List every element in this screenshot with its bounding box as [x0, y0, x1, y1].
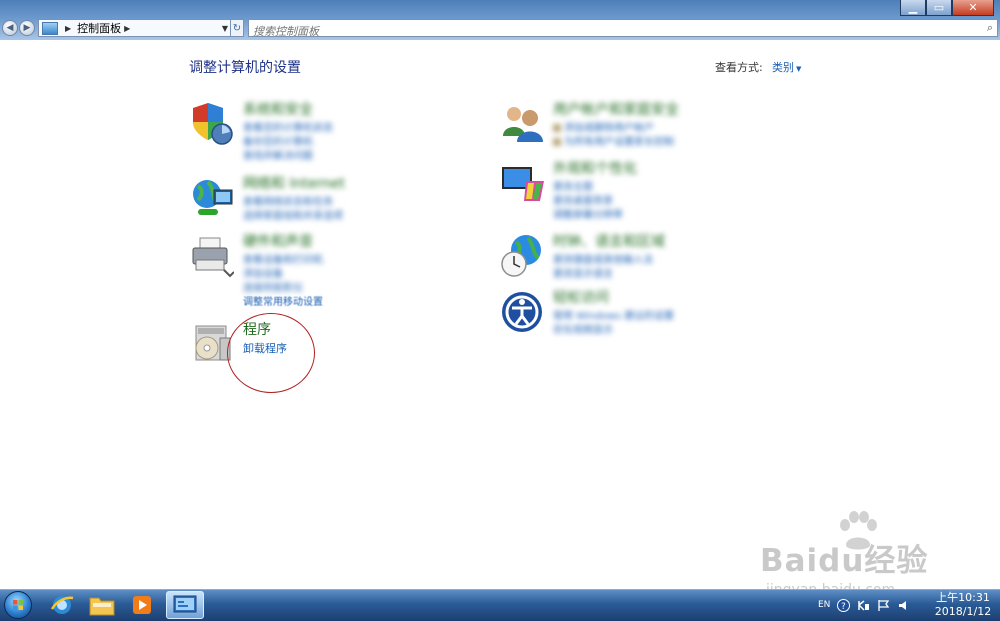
category-link[interactable]: 查找并解决问题	[243, 150, 333, 164]
breadcrumb-chevron-icon[interactable]: ▶	[124, 24, 130, 33]
category-link[interactable]: 调整常用移动设置	[243, 296, 323, 310]
category-link[interactable]: 查看您的计算机状态	[243, 122, 333, 136]
search-icon[interactable]: ⌕	[987, 21, 993, 35]
category-text: 硬件和声音 查看设备和打印机 添加设备 连接到投影仪 调整常用移动设置	[243, 234, 323, 310]
taskbar-media-player[interactable]	[123, 591, 161, 619]
page-title: 调整计算机的设置	[189, 60, 301, 76]
media-player-icon	[133, 596, 151, 614]
category-title[interactable]: 外观和个性化	[553, 161, 637, 178]
navigation-buttons: ◀ ▶	[2, 20, 35, 36]
category-link[interactable]: 选择家庭组和共享选项	[243, 210, 345, 224]
control-panel-icon	[173, 595, 197, 613]
window-title-bar: ▁ ▭ ✕ ◀ ▶ ▶ 控制面板 ▶ ▼ ↻ ⌕	[0, 0, 1000, 40]
category-text: 轻松访问 使用 Windows 建议的设置 优化视频显示	[553, 290, 674, 338]
keyboard-settings-icon[interactable]	[857, 599, 870, 612]
category-text: 外观和个性化 更改主题 更改桌面背景 调整屏幕分辨率	[553, 161, 637, 223]
minimize-button[interactable]: ▁	[900, 0, 926, 16]
window-controls: ▁ ▭ ✕	[900, 0, 994, 18]
category-link[interactable]: 为所有用户设置家长控制	[553, 136, 679, 150]
category-text: 网络和 Internet 查看网络状态和任务 选择家庭组和共享选项	[243, 176, 345, 224]
network-globe-icon	[193, 180, 233, 215]
appearance-monitor-icon	[502, 167, 544, 201]
forward-button[interactable]: ▶	[19, 20, 35, 36]
svg-text:?: ?	[841, 602, 846, 612]
category-title[interactable]: 时钟、语言和区域	[553, 234, 665, 251]
taskbar: EN ? 上午10:31 2018/1/12	[0, 589, 1000, 621]
shield-icon	[193, 103, 233, 145]
users-icon	[503, 107, 543, 142]
highlight-circle	[227, 313, 315, 393]
address-dropdown-icon[interactable]: ▼	[222, 24, 228, 33]
maximize-button[interactable]: ▭	[926, 0, 952, 16]
category-text: 时钟、语言和区域 更改键盘或其他输入法 更改显示语言	[553, 234, 665, 282]
category-link[interactable]: 更改键盘或其他输入法	[553, 254, 665, 268]
search-box: ⌕	[248, 19, 998, 40]
category-link[interactable]: 连接到投影仪	[243, 282, 323, 296]
control-panel-icon	[42, 21, 58, 35]
view-by-label: 查看方式:	[715, 61, 763, 74]
category-link-text[interactable]: 添加或删除用户帐户	[564, 123, 654, 134]
category-link[interactable]: 备份您的计算机	[243, 136, 333, 150]
folder-icon	[89, 597, 115, 616]
taskbar-explorer[interactable]	[83, 591, 121, 619]
breadcrumb-chevron-icon[interactable]: ▶	[65, 24, 71, 33]
category-link[interactable]: 更改桌面背景	[553, 195, 637, 209]
category-title[interactable]: 系统和安全	[243, 102, 333, 119]
taskbar-control-panel[interactable]	[166, 591, 204, 619]
clock-date: 2018/1/12	[934, 605, 992, 618]
clock-time: 上午10:31	[936, 591, 990, 604]
address-bar[interactable]: ▶ 控制面板 ▶ ▼	[38, 19, 231, 37]
ease-of-access-icon	[502, 292, 542, 332]
volume-icon[interactable]	[897, 599, 910, 612]
baidu-watermark: Baidu经验 jingyan.baidu.com	[760, 511, 928, 598]
category-text: 用户帐户和家庭安全 添加或删除用户帐户 为所有用户设置家长控制	[553, 102, 679, 150]
taskbar-internet-explorer[interactable]	[43, 591, 81, 619]
view-by-value[interactable]: 类别	[772, 61, 794, 74]
category-link[interactable]: 更改主题	[553, 181, 637, 195]
start-button[interactable]	[4, 591, 32, 619]
system-tray: EN ?	[818, 590, 910, 620]
dropdown-arrow-icon[interactable]: ▼	[796, 65, 801, 73]
view-by-dropdown[interactable]: 类别 ▼	[772, 59, 801, 75]
category-link-text[interactable]: 为所有用户设置家长控制	[564, 137, 674, 148]
category-link[interactable]: 调整屏幕分辨率	[553, 209, 637, 223]
category-link[interactable]: 优化视频显示	[553, 324, 674, 338]
internet-explorer-icon	[50, 596, 74, 614]
category-title[interactable]: 用户帐户和家庭安全	[553, 102, 679, 119]
category-link[interactable]: 添加或删除用户帐户	[553, 122, 679, 136]
shield-small-icon	[553, 138, 561, 146]
breadcrumb-control-panel[interactable]: 控制面板	[77, 20, 121, 36]
close-button[interactable]: ✕	[952, 0, 994, 16]
category-title[interactable]: 网络和 Internet	[243, 176, 345, 193]
refresh-button[interactable]: ↻	[230, 19, 244, 37]
printer-icon	[192, 237, 234, 278]
help-icon[interactable]: ?	[837, 598, 851, 612]
windows-logo-icon	[13, 600, 23, 610]
taskbar-clock[interactable]: 上午10:31 2018/1/12	[933, 591, 993, 619]
baidu-paw-logo-icon	[840, 511, 877, 550]
clock-globe-icon	[501, 235, 541, 277]
category-link[interactable]: 更改显示语言	[553, 268, 665, 282]
action-center-flag-icon[interactable]	[877, 599, 890, 612]
category-link[interactable]: 使用 Windows 建议的设置	[553, 310, 674, 324]
language-indicator[interactable]: EN	[818, 600, 830, 610]
category-title[interactable]: 硬件和声音	[243, 234, 323, 251]
category-title[interactable]: 轻松访问	[553, 290, 674, 307]
category-link[interactable]: 查看网络状态和任务	[243, 196, 345, 210]
shield-small-icon	[553, 124, 561, 132]
back-button[interactable]: ◀	[2, 20, 18, 36]
category-text: 系统和安全 查看您的计算机状态 备份您的计算机 查找并解决问题	[243, 102, 333, 164]
category-link[interactable]: 添加设备	[243, 268, 323, 282]
category-link[interactable]: 查看设备和打印机	[243, 254, 323, 268]
search-input[interactable]	[249, 23, 957, 40]
